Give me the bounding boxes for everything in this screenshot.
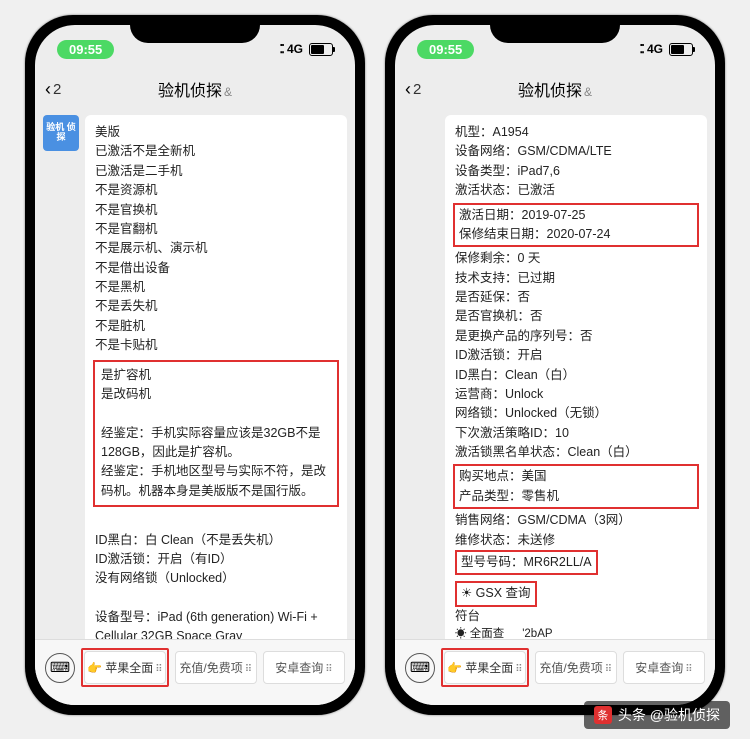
text-line [95,511,337,530]
highlight-box: 👉 苹果全面⠿ [81,648,169,687]
nav-bar: ‹ 2 验机侦探& [35,69,355,109]
menu-recharge[interactable]: 充值/免费项⠿ [175,651,257,684]
battery-icon [669,43,693,56]
text-line: 不是展示机、演示机 [95,239,337,258]
query-row: ☀ 全面查 '2bAP2019-06-11 [455,626,697,639]
highlight-box: 激活日期：2019-07-25保修结束日期：2020-07-24 [453,203,699,248]
phone-frame-right: 09:55 4G ‹ 2 验机侦探& 机型：A1954设备网络：GSM/CDMA… [385,15,725,715]
chat-body[interactable]: 验机 侦探 美版已激活不是全新机已激活是二手机不是资源机不是官换机不是官翻机不是… [35,109,355,639]
text-line [95,589,337,608]
text-line: 不是卡贴机 [95,336,337,355]
keyboard-icon[interactable]: ⌨ [45,653,75,683]
text-line: 购买地点：美国 [459,467,693,486]
battery-icon [309,43,333,56]
message-bubble: 美版已激活不是全新机已激活是二手机不是资源机不是官换机不是官翻机不是展示机、演示… [85,115,347,639]
text-line: 美版 [95,123,337,142]
network-label: 4G [647,42,663,56]
query-label[interactable]: ☀ 全面查 [455,626,504,639]
signal-icon [639,42,643,56]
text-line: 没有网络锁（Unlocked） [95,569,337,588]
page-title: 验机侦探& [405,77,705,101]
text-line: 已激活是二手机 [95,162,337,181]
bottom-bar: ⌨ 👉 苹果全面⠿ 充值/免费项⠿ 安卓查询⠿ [395,639,715,705]
text-line: 机型：A1954 [455,123,697,142]
signal-icon [279,42,283,56]
status-time: 09:55 [417,40,474,59]
text-line: 设备网络：GSM/CDMA/LTE [455,142,697,161]
text-line: 不是丢失机 [95,297,337,316]
text-line: 网络锁：Unlocked（无锁） [455,404,697,423]
text-line: 设备类型：iPad7,6 [455,162,697,181]
message-row: 验机 侦探 美版已激活不是全新机已激活是二手机不是资源机不是官换机不是官翻机不是… [43,115,347,639]
text-line: 是扩容机 [101,366,331,385]
text-line: 不是官翻机 [95,220,337,239]
info-lines-mid: 保修剩余：0 天技术支持：已过期是否延保：否是否官换机：否是更换产品的序列号：否… [455,249,697,462]
menu-apple-full[interactable]: 👉 苹果全面⠿ [444,651,526,684]
menu-recharge[interactable]: 充值/免费项⠿ [535,651,617,684]
gsx-query-label: ☀ GSX 查询 [455,581,697,606]
status-right: 4G [639,42,693,56]
text-line: ID激活锁：开启 [455,346,697,365]
status-time: 09:55 [57,40,114,59]
text-line: 不是脏机 [95,317,337,336]
screen: 09:55 4G ‹ 2 验机侦探& 机型：A1954设备网络：GSM/CDMA… [395,25,715,705]
text-line: 激活状态：已激活 [455,181,697,200]
text-line: 是改码机 [101,385,331,404]
text-line: 不是黑机 [95,278,337,297]
text-line: 已激活不是全新机 [95,142,337,161]
query-list: ☀ 全面查'2bAP2019-06-11拍照查询ther3B重启查询018-03… [455,626,697,639]
text-line: 设备型号：iPad (6th generation) Wi-Fi + Cellu… [95,608,337,639]
query-values: '2bAP2019-06-11 [522,626,697,639]
text-line [101,404,331,423]
screen: 09:55 4G ‹ 2 验机侦探& 验机 侦探 美版已激活不是全新机已激活是二… [35,25,355,705]
fit-label: 符台 [455,607,697,626]
text-line: ID激活锁：开启（有ID） [95,550,337,569]
nav-bar: ‹ 2 验机侦探& [395,69,715,109]
toutiao-icon: 条 [594,706,612,724]
notch [130,15,260,43]
status-right: 4G [279,42,333,56]
page-title: 验机侦探& [45,77,345,101]
network-label: 4G [287,42,303,56]
text-line: ID黑白：白 Clean（不是丢失机） [95,531,337,550]
message-bubble: 机型：A1954设备网络：GSM/CDMA/LTE设备类型：iPad7,6激活状… [445,115,707,639]
text-line: 激活锁黑名单状态：Clean（白） [455,443,697,462]
bubble-text-tail: ID黑白：白 Clean（不是丢失机）ID激活锁：开启（有ID）没有网络锁（Un… [95,511,337,639]
text-line: 不是官换机 [95,201,337,220]
keyboard-icon[interactable]: ⌨ [405,653,435,683]
text-line: 下次激活策略ID：10 [455,424,697,443]
highlight-box: 购买地点：美国产品类型：零售机 [453,464,699,509]
text-line: 是更换产品的序列号：否 [455,327,697,346]
text-line: 经鉴定：手机地区型号与实际不符，是改码机。机器本身是美版版不是国行版。 [101,462,331,501]
notch [490,15,620,43]
info-lines-top: 机型：A1954设备网络：GSM/CDMA/LTE设备类型：iPad7,6激活状… [455,123,697,201]
text-line: 不是借出设备 [95,259,337,278]
text-line: 运营商：Unlock [455,385,697,404]
text-line: 保修结束日期：2020-07-24 [459,225,693,244]
menu-android[interactable]: 安卓查询⠿ [623,651,705,684]
chat-body[interactable]: 机型：A1954设备网络：GSM/CDMA/LTE设备类型：iPad7,6激活状… [395,109,715,639]
info-lines-bot1: 销售网络：GSM/CDMA（3网）维修状态：未送修 [455,511,697,550]
text-line: 是否延保：否 [455,288,697,307]
bubble-text-top: 美版已激活不是全新机已激活是二手机不是资源机不是官换机不是官翻机不是展示机、演示… [95,123,337,356]
model-line: 型号号码：MR6R2LL/A [455,550,697,575]
text-line: 不是资源机 [95,181,337,200]
highlight-box: 👉 苹果全面⠿ [441,648,529,687]
highlight-box: 是扩容机是改码机 经鉴定：手机实际容量应该是32GB不是128GB，因此是扩容机… [93,360,339,508]
text-line: 维修状态：未送修 [455,531,697,550]
text-line: ID黑白：Clean（白） [455,366,697,385]
avatar[interactable]: 验机 侦探 [43,115,79,151]
text-line: 保修剩余：0 天 [455,249,697,268]
text-line: 产品类型：零售机 [459,487,693,506]
text-line: 是否官换机：否 [455,307,697,326]
phone-frame-left: 09:55 4G ‹ 2 验机侦探& 验机 侦探 美版已激活不是全新机已激活是二… [25,15,365,715]
menu-apple-full[interactable]: 👉 苹果全面⠿ [84,651,166,684]
text-line: 经鉴定：手机实际容量应该是32GB不是128GB，因此是扩容机。 [101,424,331,463]
text-line: 技术支持：已过期 [455,269,697,288]
menu-android[interactable]: 安卓查询⠿ [263,651,345,684]
bottom-bar: ⌨ 👉 苹果全面⠿ 充值/免费项⠿ 安卓查询⠿ [35,639,355,705]
watermark: 条 头条 @验机侦探 [584,701,730,729]
text-line: 销售网络：GSM/CDMA（3网） [455,511,697,530]
text-line: 激活日期：2019-07-25 [459,206,693,225]
